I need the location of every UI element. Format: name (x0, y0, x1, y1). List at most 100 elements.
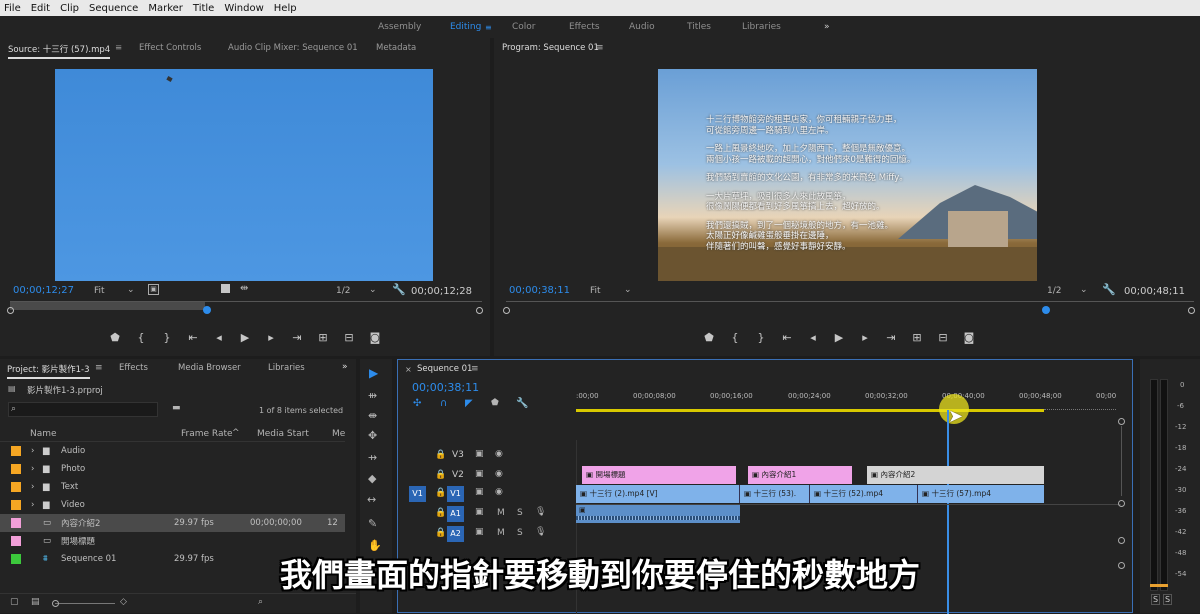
play-icon[interactable]: ▶ (232, 331, 258, 344)
lift-icon[interactable]: ⊞ (904, 331, 930, 344)
workspace-editing[interactable]: Editing (450, 22, 481, 32)
go-to-in-icon[interactable]: ⇤ (180, 331, 206, 344)
scroll-handle-bottom[interactable] (1118, 562, 1125, 569)
clip-video-4[interactable]: ▣ 十三行 (57).mp4 (918, 485, 1044, 503)
lock-icon[interactable]: 🔒 (435, 528, 446, 538)
microphone-icon[interactable]: 🎙 (535, 527, 546, 537)
chevron-right-icon[interactable]: › (31, 446, 43, 456)
chevron-down-icon[interactable]: ⌄ (624, 285, 632, 295)
snap-icon[interactable]: ✣ (413, 398, 421, 409)
tab-program[interactable]: Program: Sequence 01 (502, 43, 599, 53)
rate-stretch-icon[interactable]: ⇸ (368, 451, 377, 464)
col-name[interactable]: Name (30, 429, 57, 439)
workspace-effects[interactable]: Effects (569, 22, 600, 32)
clip-title-3[interactable]: ▣ 內容介紹2 (867, 466, 1044, 484)
new-bin-icon[interactable]: ▬ (172, 403, 181, 413)
col-frame-rate[interactable]: Frame Rate (181, 429, 233, 439)
mark-in-icon[interactable]: { (128, 331, 154, 344)
source-res-select[interactable]: 1/2 (336, 286, 350, 296)
tab-source[interactable]: Source: 十三行 (57).mp4 (8, 43, 111, 59)
list-item-selected[interactable]: ▭ 內容介紹2 29.97 fps 00;00;00;00 12 (0, 514, 345, 532)
marker-icon[interactable]: ⬟ (102, 331, 128, 344)
menu-title[interactable]: Title (189, 3, 220, 14)
add-marker-icon[interactable]: ⬟ (491, 398, 499, 408)
magnet-icon[interactable]: ∩ (440, 398, 447, 409)
workspace-libraries[interactable]: Libraries (742, 22, 781, 32)
solo-left-button[interactable]: S (1151, 594, 1161, 605)
sync-lock-icon[interactable]: ▣ (475, 527, 484, 537)
pen-icon[interactable]: ✎ (368, 517, 377, 530)
program-playhead[interactable] (1042, 306, 1050, 314)
solo-button[interactable]: S (517, 508, 523, 518)
mark-out-icon[interactable]: } (154, 331, 180, 344)
scroll-handle-left[interactable] (503, 307, 510, 314)
list-item[interactable]: ▭ 開場標題 (0, 532, 345, 550)
go-to-out-icon[interactable]: ⇥ (284, 331, 310, 344)
source-fit-select[interactable]: Fit (94, 286, 105, 296)
workspace-titles[interactable]: Titles (687, 22, 711, 32)
razor-icon[interactable]: ◆ (368, 472, 376, 485)
source-patch-v1[interactable]: V1 (409, 486, 426, 502)
list-item[interactable]: › ▆ Text (0, 478, 345, 496)
scroll-handle-right[interactable] (1188, 307, 1195, 314)
clip-title-2[interactable]: ▣ 內容介紹1 (748, 466, 852, 484)
workspace-menu-icon[interactable]: ≡ (485, 23, 492, 32)
zoom-handle[interactable] (52, 600, 59, 607)
lock-icon[interactable]: 🔒 (435, 450, 446, 460)
clip-video-3[interactable]: ▣ 十三行 (52).mp4 (810, 485, 918, 503)
source-timecode[interactable]: 00;00;12;27 (13, 285, 74, 296)
export-frame-icon[interactable]: ◙ (362, 331, 388, 344)
menu-file[interactable]: File (0, 3, 27, 14)
col-media-start[interactable]: Media Start (257, 429, 309, 439)
workspace-audio[interactable]: Audio (629, 22, 655, 32)
scroll-handle-bottom[interactable] (1118, 500, 1125, 507)
work-area-bar[interactable] (576, 409, 1044, 412)
microphone-icon[interactable]: 🎙 (535, 507, 546, 517)
wrench-icon[interactable]: 🔧 (392, 283, 406, 296)
mute-button[interactable]: M (497, 528, 505, 538)
solo-right-button[interactable]: S (1163, 594, 1173, 605)
drag-audio-icon[interactable]: ⇹ (240, 283, 248, 294)
scroll-handle-right[interactable] (476, 307, 483, 314)
lock-icon[interactable]: 🔒 (435, 488, 446, 498)
timeline-timecode[interactable]: 00;00;38;11 (412, 381, 479, 394)
panel-menu-icon[interactable]: ≡ (471, 364, 479, 374)
track-select-icon[interactable]: ⇻ (368, 389, 377, 402)
track-target-v1[interactable]: V1 (447, 486, 464, 502)
marker-icon[interactable]: ⬟ (696, 331, 722, 344)
eye-icon[interactable]: ◉ (495, 449, 503, 459)
sync-lock-icon[interactable]: ▣ (475, 449, 484, 459)
zoom-slider[interactable] (55, 603, 115, 604)
workspace-assembly[interactable]: Assembly (378, 22, 421, 32)
tab-metadata[interactable]: Metadata (376, 43, 416, 53)
list-item[interactable]: › ▆ Photo (0, 460, 345, 478)
step-back-icon[interactable]: ◂ (206, 331, 232, 344)
rolling-edit-icon[interactable]: ✥ (368, 429, 377, 442)
tab-media-browser[interactable]: Media Browser (178, 363, 241, 373)
chevron-right-icon[interactable]: › (31, 464, 43, 474)
drag-video-icon[interactable] (221, 284, 230, 293)
lock-icon[interactable]: 🔒 (435, 508, 446, 518)
scroll-handle-left[interactable] (7, 307, 14, 314)
col-more[interactable]: Me (332, 429, 345, 439)
selection-tool-icon[interactable]: ▶ (369, 366, 378, 380)
solo-button[interactable]: S (517, 528, 523, 538)
tab-project[interactable]: Project: 影片製作1-3 (7, 363, 90, 379)
mark-in-icon[interactable]: { (722, 331, 748, 344)
hand-icon[interactable]: ✋ (368, 539, 382, 552)
wrench-icon[interactable]: 🔧 (1102, 283, 1116, 296)
menu-edit[interactable]: Edit (27, 3, 56, 14)
sort-icon[interactable]: ◇ (120, 597, 127, 607)
track-target-a1[interactable]: A1 (447, 506, 464, 522)
step-forward-icon[interactable]: ▸ (852, 331, 878, 344)
close-icon[interactable]: × (405, 365, 412, 374)
lock-icon[interactable]: 🔒 (435, 470, 446, 480)
clip-video-2[interactable]: ▣ 十三行 (53). (740, 485, 810, 503)
tab-libraries[interactable]: Libraries (268, 363, 305, 373)
source-playhead[interactable] (203, 306, 211, 314)
scroll-handle-top[interactable] (1118, 537, 1125, 544)
workspace-color[interactable]: Color (512, 22, 536, 32)
chevron-right-icon[interactable]: › (31, 500, 43, 510)
tab-audio-clip-mixer[interactable]: Audio Clip Mixer: Sequence 01 (228, 43, 358, 53)
chevron-down-icon[interactable]: ⌄ (127, 285, 135, 295)
